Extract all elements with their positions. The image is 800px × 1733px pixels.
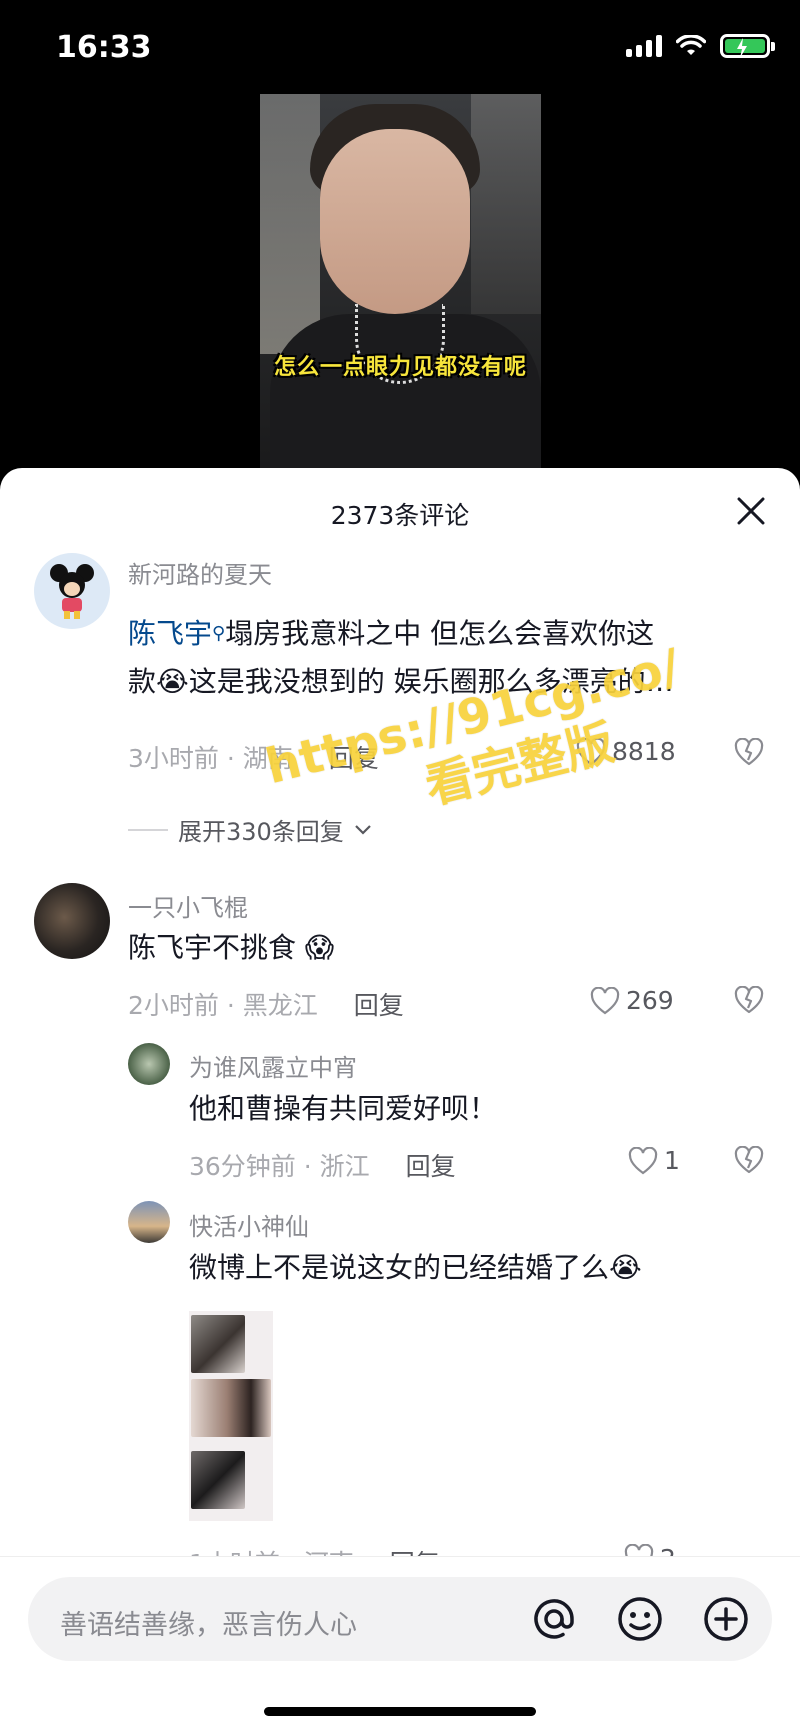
photo-thumbnail[interactable] <box>191 1451 245 1509</box>
reply-username[interactable]: 为谁风露立中宵 <box>189 1048 357 1083</box>
like-button[interactable]: 8818 <box>576 737 676 766</box>
comment-username[interactable]: 新河路的夏天 <box>128 555 272 590</box>
comments-count-title: 2373条评论 <box>330 501 470 530</box>
mention-icon[interactable] <box>530 1595 578 1643</box>
chevron-down-icon <box>355 824 371 835</box>
mention-link[interactable]: 陈飞宇 <box>128 617 212 650</box>
like-button[interactable]: 2 <box>624 1544 676 1556</box>
reply-text: 他和曹操有共同爱好呗！ <box>189 1092 498 1125</box>
video-player[interactable]: 怎么一点眼力见都没有呢 <box>260 94 541 469</box>
status-icons <box>626 34 775 58</box>
video-caption: 怎么一点眼力见都没有呢 <box>273 355 527 380</box>
reply-text: 微博上不是说这女的已经结婚了么😭 <box>189 1251 642 1284</box>
like-button[interactable]: 269 <box>590 986 674 1015</box>
avatar[interactable] <box>128 1201 170 1243</box>
emoji-icon[interactable] <box>616 1595 664 1643</box>
reply-button[interactable]: 回复 <box>329 739 379 775</box>
status-time: 16:33 <box>56 30 152 65</box>
dislike-icon[interactable] <box>734 738 764 766</box>
like-count: 8818 <box>612 737 676 766</box>
photo-thumbnail[interactable] <box>191 1315 245 1373</box>
add-icon[interactable] <box>702 1595 750 1643</box>
reply-meta: 36分钟前 · 浙江 回复 <box>189 1147 456 1183</box>
cellular-signal-icon <box>626 35 662 57</box>
comment-input[interactable]: 善语结善缘，恶言伤人心 <box>28 1577 772 1661</box>
heart-icon <box>624 1544 654 1556</box>
photo-thumbnail[interactable] <box>191 1379 271 1437</box>
comment-input-bar: 善语结善缘，恶言伤人心 <box>0 1556 800 1733</box>
search-icon: ⚲ <box>212 623 226 644</box>
avatar[interactable] <box>34 883 110 959</box>
reply-meta: 1小时前 · 河南 回复 <box>189 1544 440 1556</box>
comments-header: 2373条评论 <box>0 468 800 554</box>
expand-replies-button[interactable]: 展开330条回复 <box>128 812 372 847</box>
reply-button[interactable]: 回复 <box>406 1147 456 1183</box>
dislike-icon[interactable] <box>734 986 764 1014</box>
comment-input-placeholder: 善语结善缘，恶言伤人心 <box>60 1610 357 1641</box>
comment-username[interactable]: 一只小飞棍 <box>128 888 248 923</box>
comment-text: 陈飞宇不挑食 😱 <box>128 931 335 964</box>
like-count: 2 <box>660 1544 676 1556</box>
video-person <box>320 129 470 314</box>
comment-meta: 3小时前 · 湖南 回复 <box>128 739 379 775</box>
comment-text: 陈飞宇⚲塌房我意料之中 但怎么会喜欢你这 款😭这是我没想到的 娱乐圈那么多漂亮的… <box>128 617 674 698</box>
battery-icon <box>720 34 775 58</box>
like-count: 1 <box>664 1146 680 1175</box>
close-icon[interactable] <box>734 494 768 528</box>
dislike-icon[interactable] <box>734 1146 764 1174</box>
comment-meta: 2小时前 · 黑龙江 回复 <box>128 986 404 1022</box>
reply-button[interactable]: 回复 <box>390 1544 440 1556</box>
like-button[interactable]: 1 <box>628 1146 680 1175</box>
avatar[interactable] <box>128 1043 170 1085</box>
reply-button[interactable]: 回复 <box>354 986 404 1022</box>
image-attachment[interactable] <box>189 1311 273 1521</box>
status-bar: 16:33 <box>0 0 800 100</box>
heart-icon <box>628 1146 658 1174</box>
heart-icon <box>576 737 606 765</box>
reply-username[interactable]: 快活小神仙 <box>189 1207 309 1242</box>
wifi-icon <box>676 35 706 55</box>
heart-icon <box>590 986 620 1014</box>
like-count: 269 <box>626 986 674 1015</box>
home-indicator[interactable] <box>264 1707 536 1716</box>
avatar[interactable] <box>34 553 110 629</box>
